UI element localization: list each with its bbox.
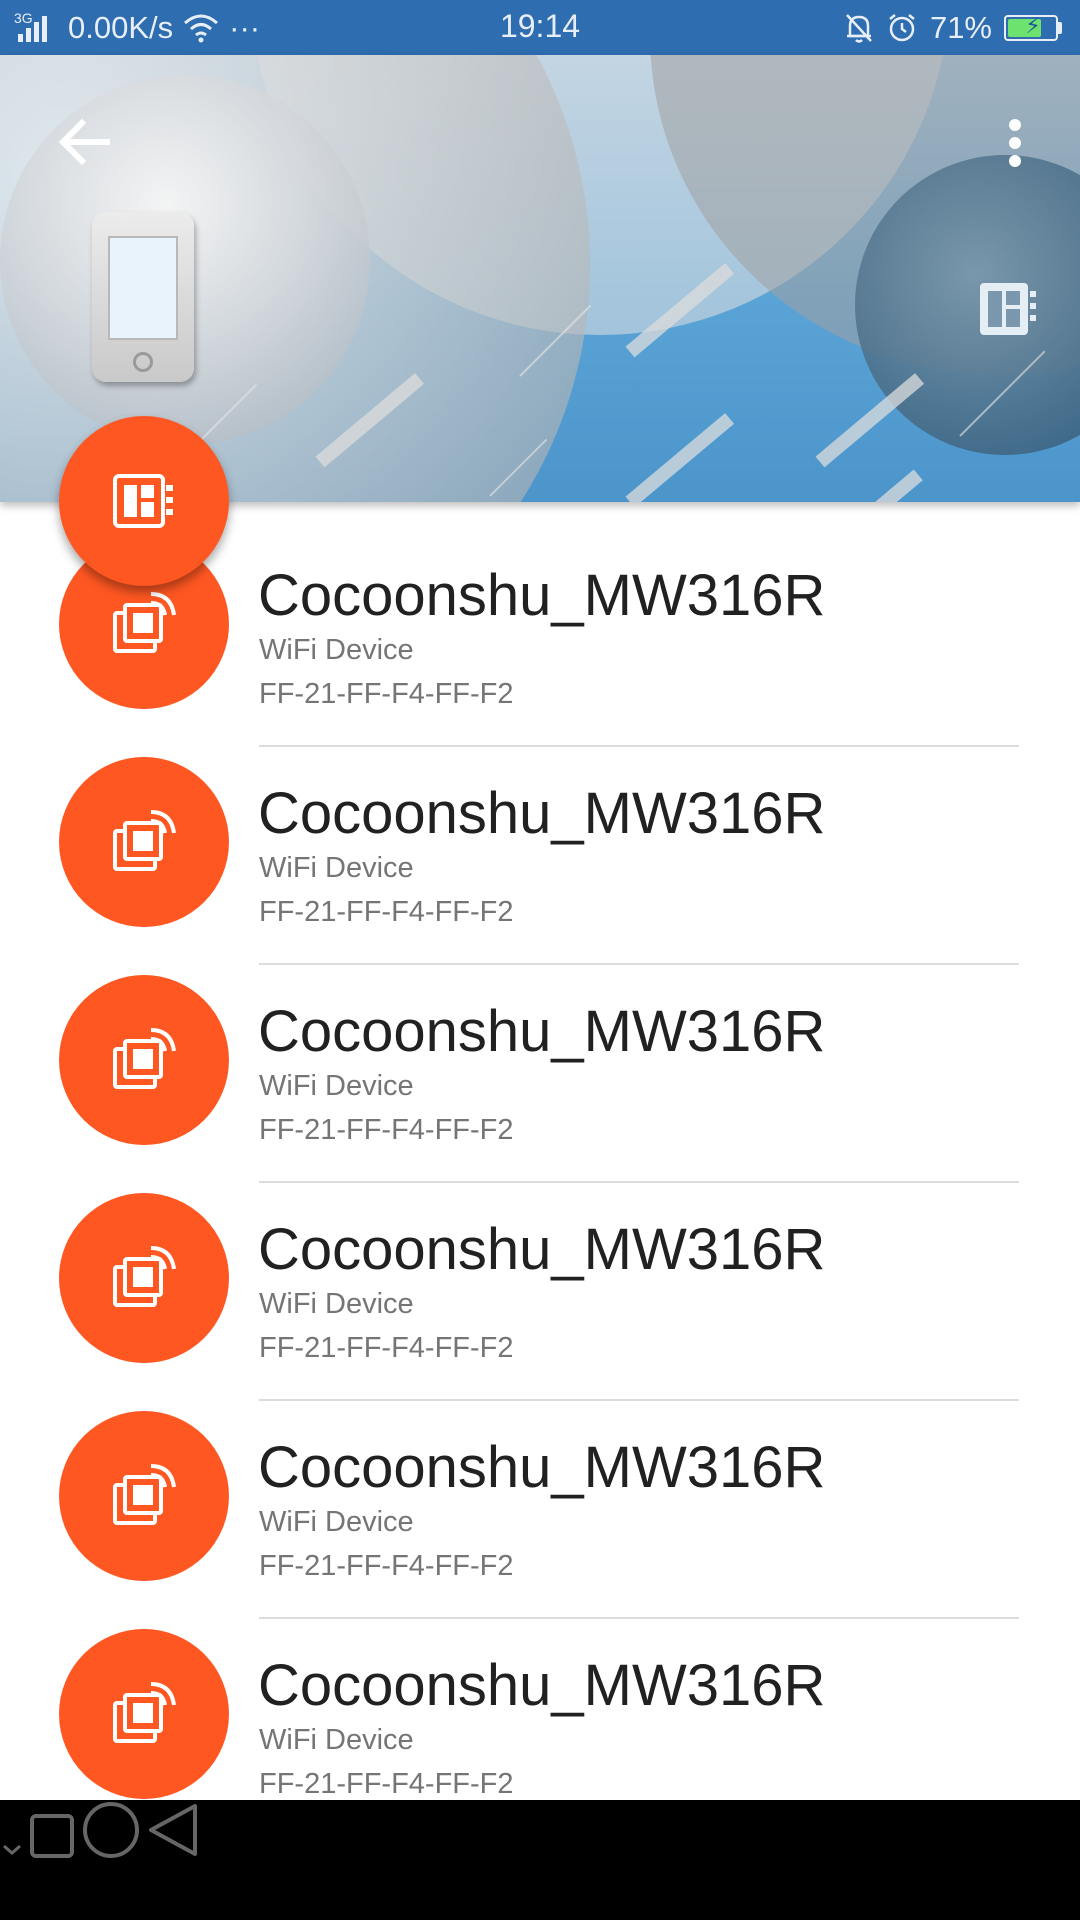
- system-nav-bar: [0, 1800, 1080, 1920]
- smartphone-icon: [92, 212, 194, 382]
- device-list-item[interactable]: Cocoonshu_MW316R WiFi Device FF-21-FF-F4…: [0, 720, 1080, 965]
- bg-streak: [625, 413, 735, 502]
- device-name: Cocoonshu_MW316R: [258, 999, 826, 1064]
- wifi-device-icon: [113, 1464, 176, 1525]
- device-type: WiFi Device: [259, 1506, 414, 1538]
- device-type: WiFi Device: [259, 1070, 414, 1102]
- device-avatar: [59, 1193, 229, 1363]
- device-type: WiFi Device: [259, 634, 414, 666]
- device-mac: FF-21-FF-F4-FF-F2: [259, 678, 514, 710]
- chip-icon: [980, 283, 1036, 335]
- more-options-button[interactable]: [995, 115, 1035, 175]
- device-avatar: [59, 1629, 229, 1799]
- status-bar: 3G 0.00K/s ··· 19:14 71% ⚡: [0, 0, 1080, 55]
- bg-streak: [875, 469, 923, 502]
- device-mac: FF-21-FF-F4-FF-F2: [259, 1768, 514, 1800]
- alarm-icon: [889, 14, 915, 42]
- device-avatar: [59, 975, 229, 1145]
- battery-icon: ⚡: [1004, 13, 1062, 41]
- device-type: WiFi Device: [259, 1288, 414, 1320]
- back-button[interactable]: [52, 107, 122, 177]
- device-list-item[interactable]: Cocoonshu_MW316R WiFi Device FF-21-FF-F4…: [0, 938, 1080, 1183]
- device-name: Cocoonshu_MW316R: [258, 563, 826, 628]
- wifi-device-icon: [113, 1028, 176, 1089]
- device-list-item[interactable]: Cocoonshu_MW316R WiFi Device FF-21-FF-F4…: [0, 1374, 1080, 1619]
- wifi-device-icon: [113, 1246, 176, 1307]
- device-avatar: [59, 757, 229, 927]
- device-list-item[interactable]: Cocoonshu_MW316R WiFi Device FF-21-FF-F4…: [0, 1156, 1080, 1401]
- fab-button[interactable]: [59, 416, 229, 586]
- device-type: WiFi Device: [259, 1724, 414, 1756]
- more-dot: [1009, 119, 1021, 131]
- wifi-device-icon: [113, 592, 176, 653]
- nav-back-button[interactable]: [145, 1800, 201, 1860]
- device-mac: FF-21-FF-F4-FF-F2: [259, 1114, 514, 1146]
- bg-streak: [815, 373, 925, 468]
- device-name: Cocoonshu_MW316R: [258, 1653, 826, 1718]
- wifi-device-icon: [113, 1682, 176, 1743]
- chip-icon: [113, 474, 173, 528]
- device-mac: FF-21-FF-F4-FF-F2: [259, 1550, 514, 1582]
- chevron-down-icon[interactable]: [0, 1840, 24, 1860]
- device-name: Cocoonshu_MW316R: [258, 1217, 826, 1282]
- status-right: 71% ⚡: [844, 8, 1062, 48]
- device-type: WiFi Device: [259, 852, 414, 884]
- device-name: Cocoonshu_MW316R: [258, 781, 826, 846]
- more-dot: [1009, 137, 1021, 149]
- device-name: Cocoonshu_MW316R: [258, 1435, 826, 1500]
- device-avatar: [59, 1411, 229, 1581]
- device-list[interactable]: Cocoonshu_MW316R WiFi Device FF-21-FF-F4…: [0, 502, 1080, 1800]
- device-mac: FF-21-FF-F4-FF-F2: [259, 1332, 514, 1364]
- wifi-device-icon: [113, 810, 176, 871]
- battery-percent: 71%: [929, 10, 992, 45]
- home-button[interactable]: [81, 1800, 141, 1860]
- device-list-item[interactable]: Cocoonshu_MW316R WiFi Device FF-21-FF-F4…: [0, 1592, 1080, 1800]
- bell-off-icon: [846, 14, 872, 43]
- recents-button[interactable]: [28, 1812, 76, 1860]
- device-mac: FF-21-FF-F4-FF-F2: [259, 896, 514, 928]
- more-dot: [1009, 155, 1021, 167]
